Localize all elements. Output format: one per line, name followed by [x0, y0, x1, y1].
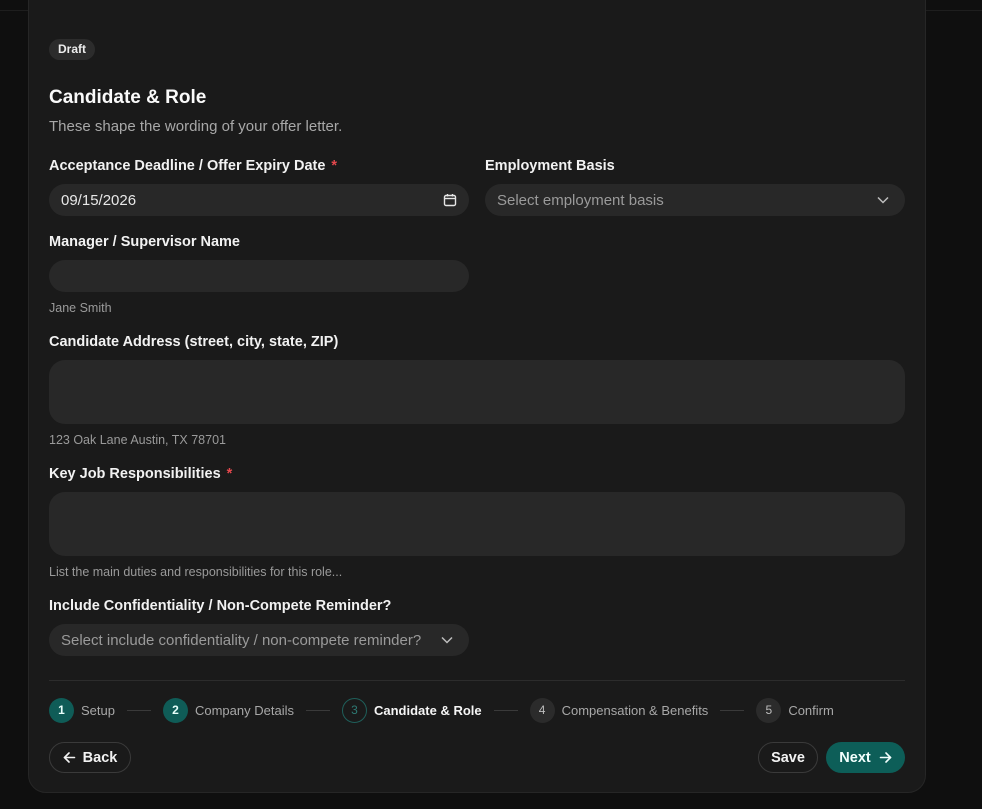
- employment-basis-select[interactable]: Select employment basis: [485, 184, 905, 216]
- step-label: Setup: [81, 702, 115, 718]
- acceptance-deadline-label: Acceptance Deadline / Offer Expiry Date *: [49, 158, 337, 174]
- acceptance-deadline-label-text: Acceptance Deadline / Offer Expiry Date: [49, 158, 326, 174]
- step-label: Company Details: [194, 702, 294, 718]
- step-number: 3: [341, 697, 367, 723]
- step-label: Candidate & Role: [373, 702, 482, 718]
- confidentiality-label: Include Confidentiality / Non-Compete Re…: [49, 598, 392, 614]
- manager-name-label: Manager / Supervisor Name: [49, 234, 240, 250]
- step-label: Confirm: [788, 702, 834, 718]
- step-compensation-benefits[interactable]: 4 Compensation & Benefits: [529, 697, 709, 723]
- step-confirm[interactable]: 5 Confirm: [756, 697, 834, 723]
- responsibilities-hint: List the main duties and responsibilitie…: [49, 565, 343, 579]
- employment-basis-placeholder: Select employment basis: [497, 191, 664, 209]
- chevron-down-icon: [877, 196, 889, 204]
- status-badge: Draft: [49, 39, 96, 60]
- step-connector: [720, 709, 745, 711]
- acceptance-deadline-value: 09/15/2026: [61, 191, 137, 209]
- step-number: 4: [529, 697, 555, 723]
- candidate-address-textarea[interactable]: [49, 360, 905, 424]
- candidate-address-hint: 123 Oak Lane Austin, TX 78701: [49, 433, 226, 447]
- step-connector: [305, 709, 330, 711]
- back-button-label: Back: [82, 749, 118, 766]
- arrow-left-icon: [63, 752, 75, 763]
- footer-divider: [49, 680, 905, 681]
- section-subtitle: These shape the wording of your offer le…: [49, 118, 343, 135]
- step-number: 5: [756, 697, 782, 723]
- step-number: 1: [49, 697, 74, 723]
- step-number: 2: [162, 697, 188, 723]
- next-button-label: Next: [839, 749, 871, 766]
- acceptance-deadline-date-input[interactable]: 09/15/2026: [49, 184, 469, 216]
- progress-stepper: 1 Setup 2 Company Details 3 Candidate & …: [49, 697, 834, 723]
- required-mark: *: [331, 158, 338, 174]
- step-connector: [493, 709, 518, 711]
- required-mark: *: [226, 466, 233, 482]
- responsibilities-textarea[interactable]: [49, 492, 905, 556]
- employment-basis-label: Employment Basis: [485, 158, 615, 174]
- manager-name-input[interactable]: [49, 260, 469, 292]
- candidate-address-label: Candidate Address (street, city, state, …: [49, 334, 339, 350]
- form-card: Draft Candidate & Role These shape the w…: [28, 0, 926, 793]
- responsibilities-label: Key Job Responsibilities *: [49, 466, 232, 482]
- step-setup[interactable]: 1 Setup: [49, 697, 115, 723]
- section-title: Candidate & Role: [49, 87, 207, 108]
- manager-name-hint: Jane Smith: [49, 301, 112, 315]
- arrow-right-icon: [879, 752, 892, 763]
- step-candidate-role[interactable]: 3 Candidate & Role: [341, 697, 482, 723]
- responsibilities-label-text: Key Job Responsibilities: [49, 466, 221, 482]
- confidentiality-select[interactable]: Select include confidentiality / non-com…: [49, 624, 469, 656]
- step-company-details[interactable]: 2 Company Details: [162, 697, 294, 723]
- step-connector: [126, 709, 151, 711]
- back-button[interactable]: Back: [49, 742, 131, 773]
- confidentiality-placeholder: Select include confidentiality / non-com…: [61, 631, 422, 649]
- chevron-down-icon: [441, 636, 453, 644]
- save-button[interactable]: Save: [758, 742, 818, 773]
- save-button-label: Save: [771, 749, 805, 766]
- next-button[interactable]: Next: [826, 742, 905, 773]
- calendar-icon[interactable]: [443, 193, 457, 207]
- step-label: Compensation & Benefits: [561, 702, 709, 718]
